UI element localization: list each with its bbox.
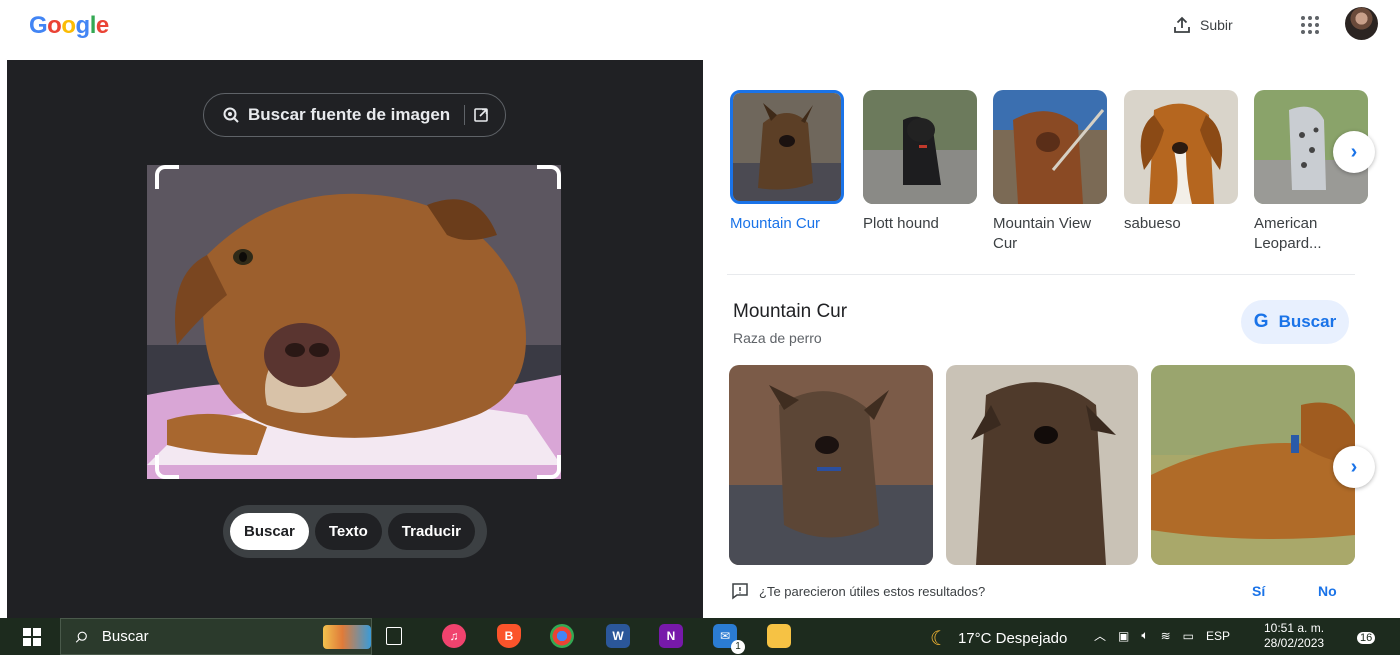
itunes-icon[interactable]: ♫ [442,624,466,648]
match-label: Mountain Cur [730,215,821,232]
gallery-image[interactable] [729,365,933,565]
brave-browser-icon[interactable]: B [497,624,521,648]
moon-icon: ☾ [930,628,948,650]
find-image-source-label: Buscar fuente de imagen [248,105,451,124]
feedback-question: ¿Te parecieron útiles estos resultados? [759,583,986,599]
find-image-source-button[interactable]: Buscar fuente de imagen [203,93,506,137]
crop-handle-bottom-right[interactable] [537,455,561,479]
crop-handle-top-right[interactable] [537,165,561,189]
apps-grid-icon[interactable] [1297,13,1321,37]
logo-letter: e [95,12,109,39]
logo-letter: g [75,12,91,39]
feedback-icon [732,583,748,600]
crop-handle-top-left[interactable] [155,165,179,189]
chevron-right-icon: › [1350,455,1358,478]
divider [464,105,466,125]
windows-start-icon[interactable] [23,628,41,646]
match-plott-hound[interactable]: Plott hound [863,90,977,234]
lens-search-icon [223,107,239,123]
feedback-no-button[interactable]: No [1318,583,1337,599]
feedback-prompt: ¿Te parecieron útiles estos resultados? [731,582,985,600]
clock-time: 10:51 a. m. [1264,621,1325,635]
system-tray: ︿ ▣ 🔈︎ ≋ ▭ ESP [1094,627,1230,644]
upload-label: Subir [1200,17,1233,33]
clock-date: 28/02/2023 [1264,636,1325,650]
match-thumbnail [1124,90,1238,204]
windows-taskbar: Buscar ♫ B W N ✉ 1 ☾ 17°C Despejado ︿ ▣ … [0,618,1400,655]
visual-matches-carousel: Mountain Cur Plott hound Mountain View C… [703,60,1400,275]
mail-badge: 1 [731,640,745,654]
knowledge-subtitle: Raza de perro [733,330,822,346]
match-label: Plott hound [863,215,939,232]
weather-widget[interactable]: ☾ 17°C Despejado [930,626,1067,651]
upload-icon [1174,16,1190,33]
match-thumbnail [730,90,844,204]
mode-text-button[interactable]: Texto [314,513,382,550]
carousel-next-button[interactable]: › [1333,131,1375,173]
battery-icon[interactable]: ▭ [1183,629,1194,643]
uploaded-dog-image [147,165,561,479]
google-search-button[interactable]: G Buscar [1241,300,1349,344]
chrome-icon[interactable] [550,624,574,648]
gallery-image[interactable] [1151,365,1355,565]
section-divider [727,274,1355,275]
match-label: American Leopard... [1254,215,1322,252]
google-logo[interactable]: Google [29,12,109,40]
feedback-yes-button[interactable]: Sí [1252,583,1265,599]
knowledge-title: Mountain Cur [733,301,848,322]
match-thumbnail [863,90,977,204]
task-view-icon[interactable] [386,627,402,645]
logo-letter: o [61,12,76,39]
language-indicator[interactable]: ESP [1206,629,1230,643]
mode-translate-button[interactable]: Traducir [387,513,475,550]
logo-letter: o [47,12,62,39]
crop-handle-bottom-left[interactable] [155,455,179,479]
match-mountain-cur[interactable]: Mountain Cur [730,90,844,234]
taskbar-clock[interactable]: 10:51 a. m. 28/02/2023 [1264,621,1324,651]
meet-now-icon[interactable]: ▣ [1118,629,1129,643]
match-label: Mountain View Cur [993,215,1092,252]
chevron-up-icon[interactable]: ︿ [1094,627,1106,644]
google-g-icon: G [1253,311,1269,332]
match-label: sabueso [1124,215,1181,232]
search-highlight-illustration [322,624,371,649]
match-sabueso[interactable]: sabueso [1124,90,1238,234]
search-icon [75,631,87,643]
file-explorer-icon[interactable] [767,624,791,648]
match-mountain-view-cur[interactable]: Mountain View Cur [993,90,1107,254]
match-thumbnail [993,90,1107,204]
gallery-next-button[interactable]: › [1333,446,1375,488]
notifications-badge: 16 [1357,632,1376,644]
chevron-right-icon: › [1350,140,1358,163]
taskbar-search-box[interactable]: Buscar [60,618,372,655]
gallery-image[interactable] [946,365,1138,565]
open-in-new-icon [474,108,488,122]
google-search-label: Buscar [1278,312,1337,331]
lens-image-panel: Buscar fuente de imagen Buscar Texto Tra… [7,60,703,618]
logo-letter: G [29,12,48,39]
weather-text: 17°C Despejado [957,630,1068,647]
wifi-icon[interactable]: ≋ [1161,629,1171,643]
upload-button[interactable]: Subir [1172,13,1233,37]
top-bar: Google Subir [0,0,1400,60]
onenote-icon[interactable]: N [659,624,683,648]
lens-mode-switcher: Buscar Texto Traducir [223,505,487,558]
word-icon[interactable]: W [606,624,630,648]
avatar[interactable] [1345,7,1378,40]
notification-center-icon[interactable]: 16 [1351,626,1376,648]
mode-search-button[interactable]: Buscar [230,513,309,550]
taskbar-search-placeholder: Buscar [101,628,149,645]
results-panel: Mountain Cur Plott hound Mountain View C… [703,60,1400,618]
speaker-icon[interactable]: 🔈︎ [1141,628,1148,643]
